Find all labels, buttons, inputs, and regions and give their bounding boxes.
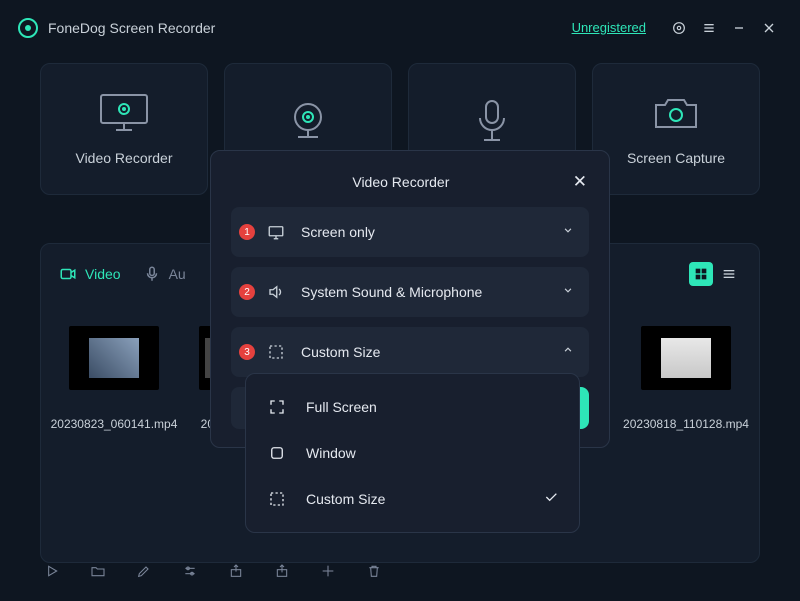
edit-icon[interactable] [134, 561, 154, 581]
screen-capture-label: Screen Capture [627, 150, 725, 166]
dropdown-label: Custom Size [306, 491, 543, 507]
source-selector-row[interactable]: 1 Screen only [231, 207, 589, 257]
title-bar: FoneDog Screen Recorder Unregistered [0, 0, 800, 55]
chevron-up-icon [561, 343, 575, 362]
custom-size-icon [266, 490, 288, 508]
size-selector-row[interactable]: 3 Custom Size [231, 327, 589, 377]
dropdown-label: Window [306, 445, 559, 461]
dropdown-custom-size[interactable]: Custom Size [246, 476, 579, 522]
dropdown-window[interactable]: Window [246, 430, 579, 476]
tab-audio-label: Au [169, 266, 186, 282]
modal-close-button[interactable]: ✕ [571, 172, 589, 192]
thumbnail-preview [641, 326, 731, 390]
step-badge-1: 1 [239, 224, 255, 240]
tab-video-label: Video [85, 266, 121, 282]
tab-video[interactable]: Video [59, 265, 121, 283]
source-label: Screen only [301, 224, 561, 240]
camera-icon [651, 92, 701, 134]
audio-label: System Sound & Microphone [301, 284, 561, 300]
step-badge-3: 3 [239, 344, 255, 360]
share-icon[interactable] [272, 561, 292, 581]
dropdown-label: Full Screen [306, 399, 559, 415]
folder-icon[interactable] [88, 561, 108, 581]
video-recorder-label: Video Recorder [75, 150, 172, 166]
check-icon [543, 489, 559, 510]
close-button[interactable] [758, 17, 780, 39]
fullscreen-icon [266, 398, 288, 416]
play-icon[interactable] [42, 561, 62, 581]
app-logo-icon [18, 18, 38, 38]
thumbnail-preview [69, 326, 159, 390]
trash-icon[interactable] [364, 561, 384, 581]
chevron-down-icon [561, 283, 575, 302]
custom-size-icon [265, 343, 287, 361]
speaker-icon [265, 283, 287, 301]
size-label: Custom Size [301, 344, 561, 360]
thumbnail-item[interactable]: 20230818_110128.mp4 [633, 326, 739, 433]
thumbnail-name: 20230823_060141.mp4 [51, 416, 178, 433]
export-icon[interactable] [226, 561, 246, 581]
menu-icon[interactable] [698, 17, 720, 39]
thumbnail-item[interactable]: 20230823_060141.mp4 [61, 326, 167, 433]
window-icon [266, 444, 288, 462]
thumbnail-name: 20230818_110128.mp4 [623, 416, 749, 433]
chevron-down-icon [561, 223, 575, 242]
bottom-toolbar [42, 561, 384, 581]
size-dropdown-menu: Full Screen Window Custom Size [245, 373, 580, 533]
minimize-button[interactable] [728, 17, 750, 39]
audio-selector-row[interactable]: 2 System Sound & Microphone [231, 267, 589, 317]
adjust-icon[interactable] [180, 561, 200, 581]
settings-gear-icon[interactable] [668, 17, 690, 39]
step-badge-2: 2 [239, 284, 255, 300]
list-view-button[interactable] [717, 262, 741, 286]
unregistered-link[interactable]: Unregistered [572, 20, 646, 35]
dropdown-full-screen[interactable]: Full Screen [246, 384, 579, 430]
tab-audio[interactable]: Au [143, 265, 186, 283]
microphone-icon [474, 100, 510, 142]
webcam-icon [286, 100, 330, 142]
video-recorder-card[interactable]: Video Recorder [40, 63, 208, 195]
monitor-icon [265, 223, 287, 241]
convert-icon[interactable] [318, 561, 338, 581]
modal-title: Video Recorder [231, 174, 571, 190]
app-title: FoneDog Screen Recorder [48, 20, 215, 36]
grid-view-button[interactable] [689, 262, 713, 286]
screen-capture-card[interactable]: Screen Capture [592, 63, 760, 195]
monitor-record-icon [98, 92, 150, 134]
